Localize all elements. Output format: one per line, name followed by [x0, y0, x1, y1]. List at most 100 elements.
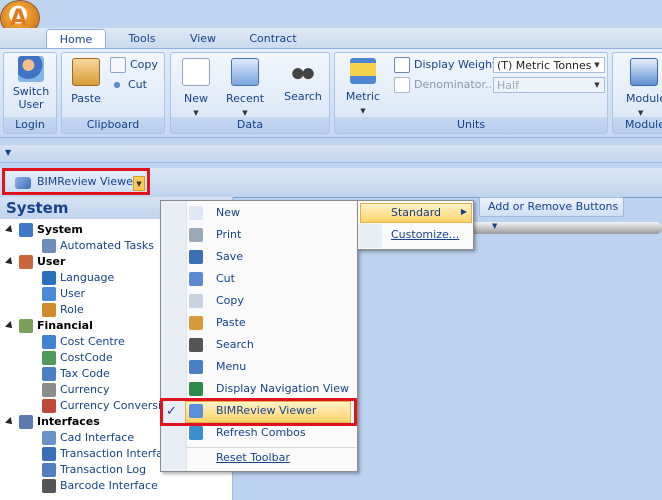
- tree-category[interactable]: Financial: [5, 318, 93, 334]
- new-icon: [189, 206, 203, 220]
- menu-item-label: Cut: [216, 272, 235, 285]
- expand-arrow-icon[interactable]: [5, 417, 15, 427]
- copy-icon: [189, 294, 203, 308]
- denominator-value: Half: [497, 79, 519, 92]
- tree-item[interactable]: Automated Tasks: [42, 238, 154, 254]
- tree-item[interactable]: Transaction Log: [42, 462, 146, 478]
- display-weight-label: Display Weight: [414, 58, 497, 71]
- switch-user-button[interactable]: Switch User: [8, 56, 54, 111]
- tree-node-icon: [42, 271, 56, 285]
- tree-item[interactable]: Transaction Interfac: [42, 446, 169, 462]
- navigation-view-icon: [189, 382, 203, 396]
- tree-node-label: Transaction Log: [60, 463, 147, 476]
- save-icon: [189, 250, 203, 264]
- scissors-icon: [110, 78, 124, 92]
- binoculars-icon: [189, 338, 203, 352]
- metric-button[interactable]: Metric ▼: [340, 58, 386, 118]
- bimreview-viewer-button[interactable]: BIMReview Viewer ▼: [2, 168, 150, 195]
- tree-node-label: Currency: [60, 383, 110, 396]
- tree-node-label: Role: [60, 303, 84, 316]
- tree-item[interactable]: Tax Code: [42, 366, 110, 382]
- scissors-icon: [189, 272, 203, 286]
- customize-menu-item[interactable]: Customize...: [391, 228, 459, 241]
- tree-category[interactable]: User: [5, 254, 65, 270]
- menu-item-reset-toolbar[interactable]: Reset Toolbar: [161, 447, 357, 469]
- copy-button[interactable]: Copy: [110, 56, 158, 74]
- tab-home[interactable]: Home: [46, 29, 106, 49]
- tree-node-icon: [42, 399, 56, 413]
- modules-icon: [630, 58, 658, 86]
- menu-item-cut[interactable]: Cut: [161, 268, 357, 290]
- cut-label: Cut: [128, 78, 147, 91]
- tree-node-icon: [42, 335, 56, 349]
- tree-node-label: Barcode Interface: [60, 479, 158, 492]
- cut-button[interactable]: Cut: [110, 76, 147, 94]
- tree-category[interactable]: Interfaces: [5, 414, 100, 430]
- tree-item[interactable]: User: [42, 286, 85, 302]
- tree-node-icon: [42, 367, 56, 381]
- display-weight-icon: [394, 57, 410, 73]
- menu-item-label: Search: [216, 338, 254, 351]
- tree-category[interactable]: System: [5, 222, 83, 238]
- tree-item[interactable]: CostCode: [42, 350, 113, 366]
- denominator-combo[interactable]: Half ▼: [493, 77, 605, 93]
- tree-node-label: CostCode: [60, 351, 113, 364]
- paste-label: Paste: [71, 92, 101, 105]
- toolbar-options-icon[interactable]: ▼: [133, 176, 145, 191]
- tree-node-label: Transaction Interfac: [60, 447, 169, 460]
- denominator-label: Denominator...: [414, 78, 496, 91]
- group-clipboard-label: Clipboard: [62, 117, 164, 133]
- tab-tools[interactable]: Tools: [116, 29, 168, 49]
- tree-item[interactable]: Currency Conversio: [42, 398, 168, 414]
- chevron-down-icon: ▼: [594, 61, 600, 69]
- display-weight-combo[interactable]: (T) Metric Tonnes ▼: [493, 57, 605, 73]
- menu-item-paste[interactable]: Paste: [161, 312, 357, 334]
- tree-item[interactable]: Role: [42, 302, 84, 318]
- copy-label: Copy: [130, 58, 158, 71]
- tree-item[interactable]: Currency: [42, 382, 110, 398]
- tab-contract[interactable]: Contract: [240, 29, 306, 49]
- group-units-label: Units: [335, 117, 607, 133]
- modules-button[interactable]: Module ▼: [620, 58, 662, 120]
- search-button[interactable]: Search: [282, 58, 324, 103]
- paste-icon: [72, 58, 100, 86]
- expand-arrow-icon[interactable]: [5, 257, 15, 267]
- add-remove-buttons[interactable]: Add or Remove Buttons ▼: [479, 197, 624, 230]
- new-button[interactable]: New ▼: [176, 58, 216, 120]
- recent-button[interactable]: Recent ▼: [222, 58, 268, 120]
- bim-viewer-icon: [15, 177, 31, 189]
- tree-node-label: Tax Code: [60, 367, 110, 380]
- menu-item-label: Copy: [216, 294, 244, 307]
- new-document-icon: [182, 58, 210, 86]
- tree-node-label: Currency Conversio: [60, 399, 168, 412]
- menu-item-display-navigation-view[interactable]: Display Navigation View: [161, 378, 357, 400]
- tree-node-label: User: [60, 287, 86, 300]
- recent-icon: [231, 58, 259, 86]
- expand-arrow-icon[interactable]: [5, 225, 15, 235]
- switch-user-label: Switch User: [12, 85, 50, 111]
- menu-item-copy[interactable]: Copy: [161, 290, 357, 312]
- tree-item[interactable]: Cost Centre: [42, 334, 125, 350]
- tree-item[interactable]: Cad Interface: [42, 430, 134, 446]
- paste-button[interactable]: Paste: [66, 58, 106, 105]
- expand-arrow-icon[interactable]: [5, 321, 15, 331]
- tree-item[interactable]: Barcode Interface: [42, 478, 158, 494]
- tree-node-label: Cost Centre: [60, 335, 125, 348]
- customize-qat-icon[interactable]: ▼: [5, 148, 11, 157]
- menu-item-search[interactable]: Search: [161, 334, 357, 356]
- tree-item[interactable]: Language: [42, 270, 114, 286]
- metric-label: Metric: [345, 90, 381, 103]
- tab-view[interactable]: View: [180, 29, 226, 49]
- tree-node-icon: [42, 383, 56, 397]
- chevron-down-icon: ▼: [492, 222, 498, 230]
- search-label: Search: [284, 90, 322, 103]
- recent-dropdown-icon: ▼: [242, 109, 248, 117]
- menu-item-print[interactable]: Print: [161, 224, 357, 246]
- tree-node-icon: [19, 415, 33, 429]
- menu-item-menu[interactable]: Menu: [161, 356, 357, 378]
- standard-menu-item[interactable]: Standard ▶: [360, 203, 472, 223]
- modules-label: Module: [626, 92, 662, 105]
- menu-item-new[interactable]: New: [161, 202, 357, 224]
- tree-node-icon: [42, 447, 56, 461]
- menu-item-save[interactable]: Save: [161, 246, 357, 268]
